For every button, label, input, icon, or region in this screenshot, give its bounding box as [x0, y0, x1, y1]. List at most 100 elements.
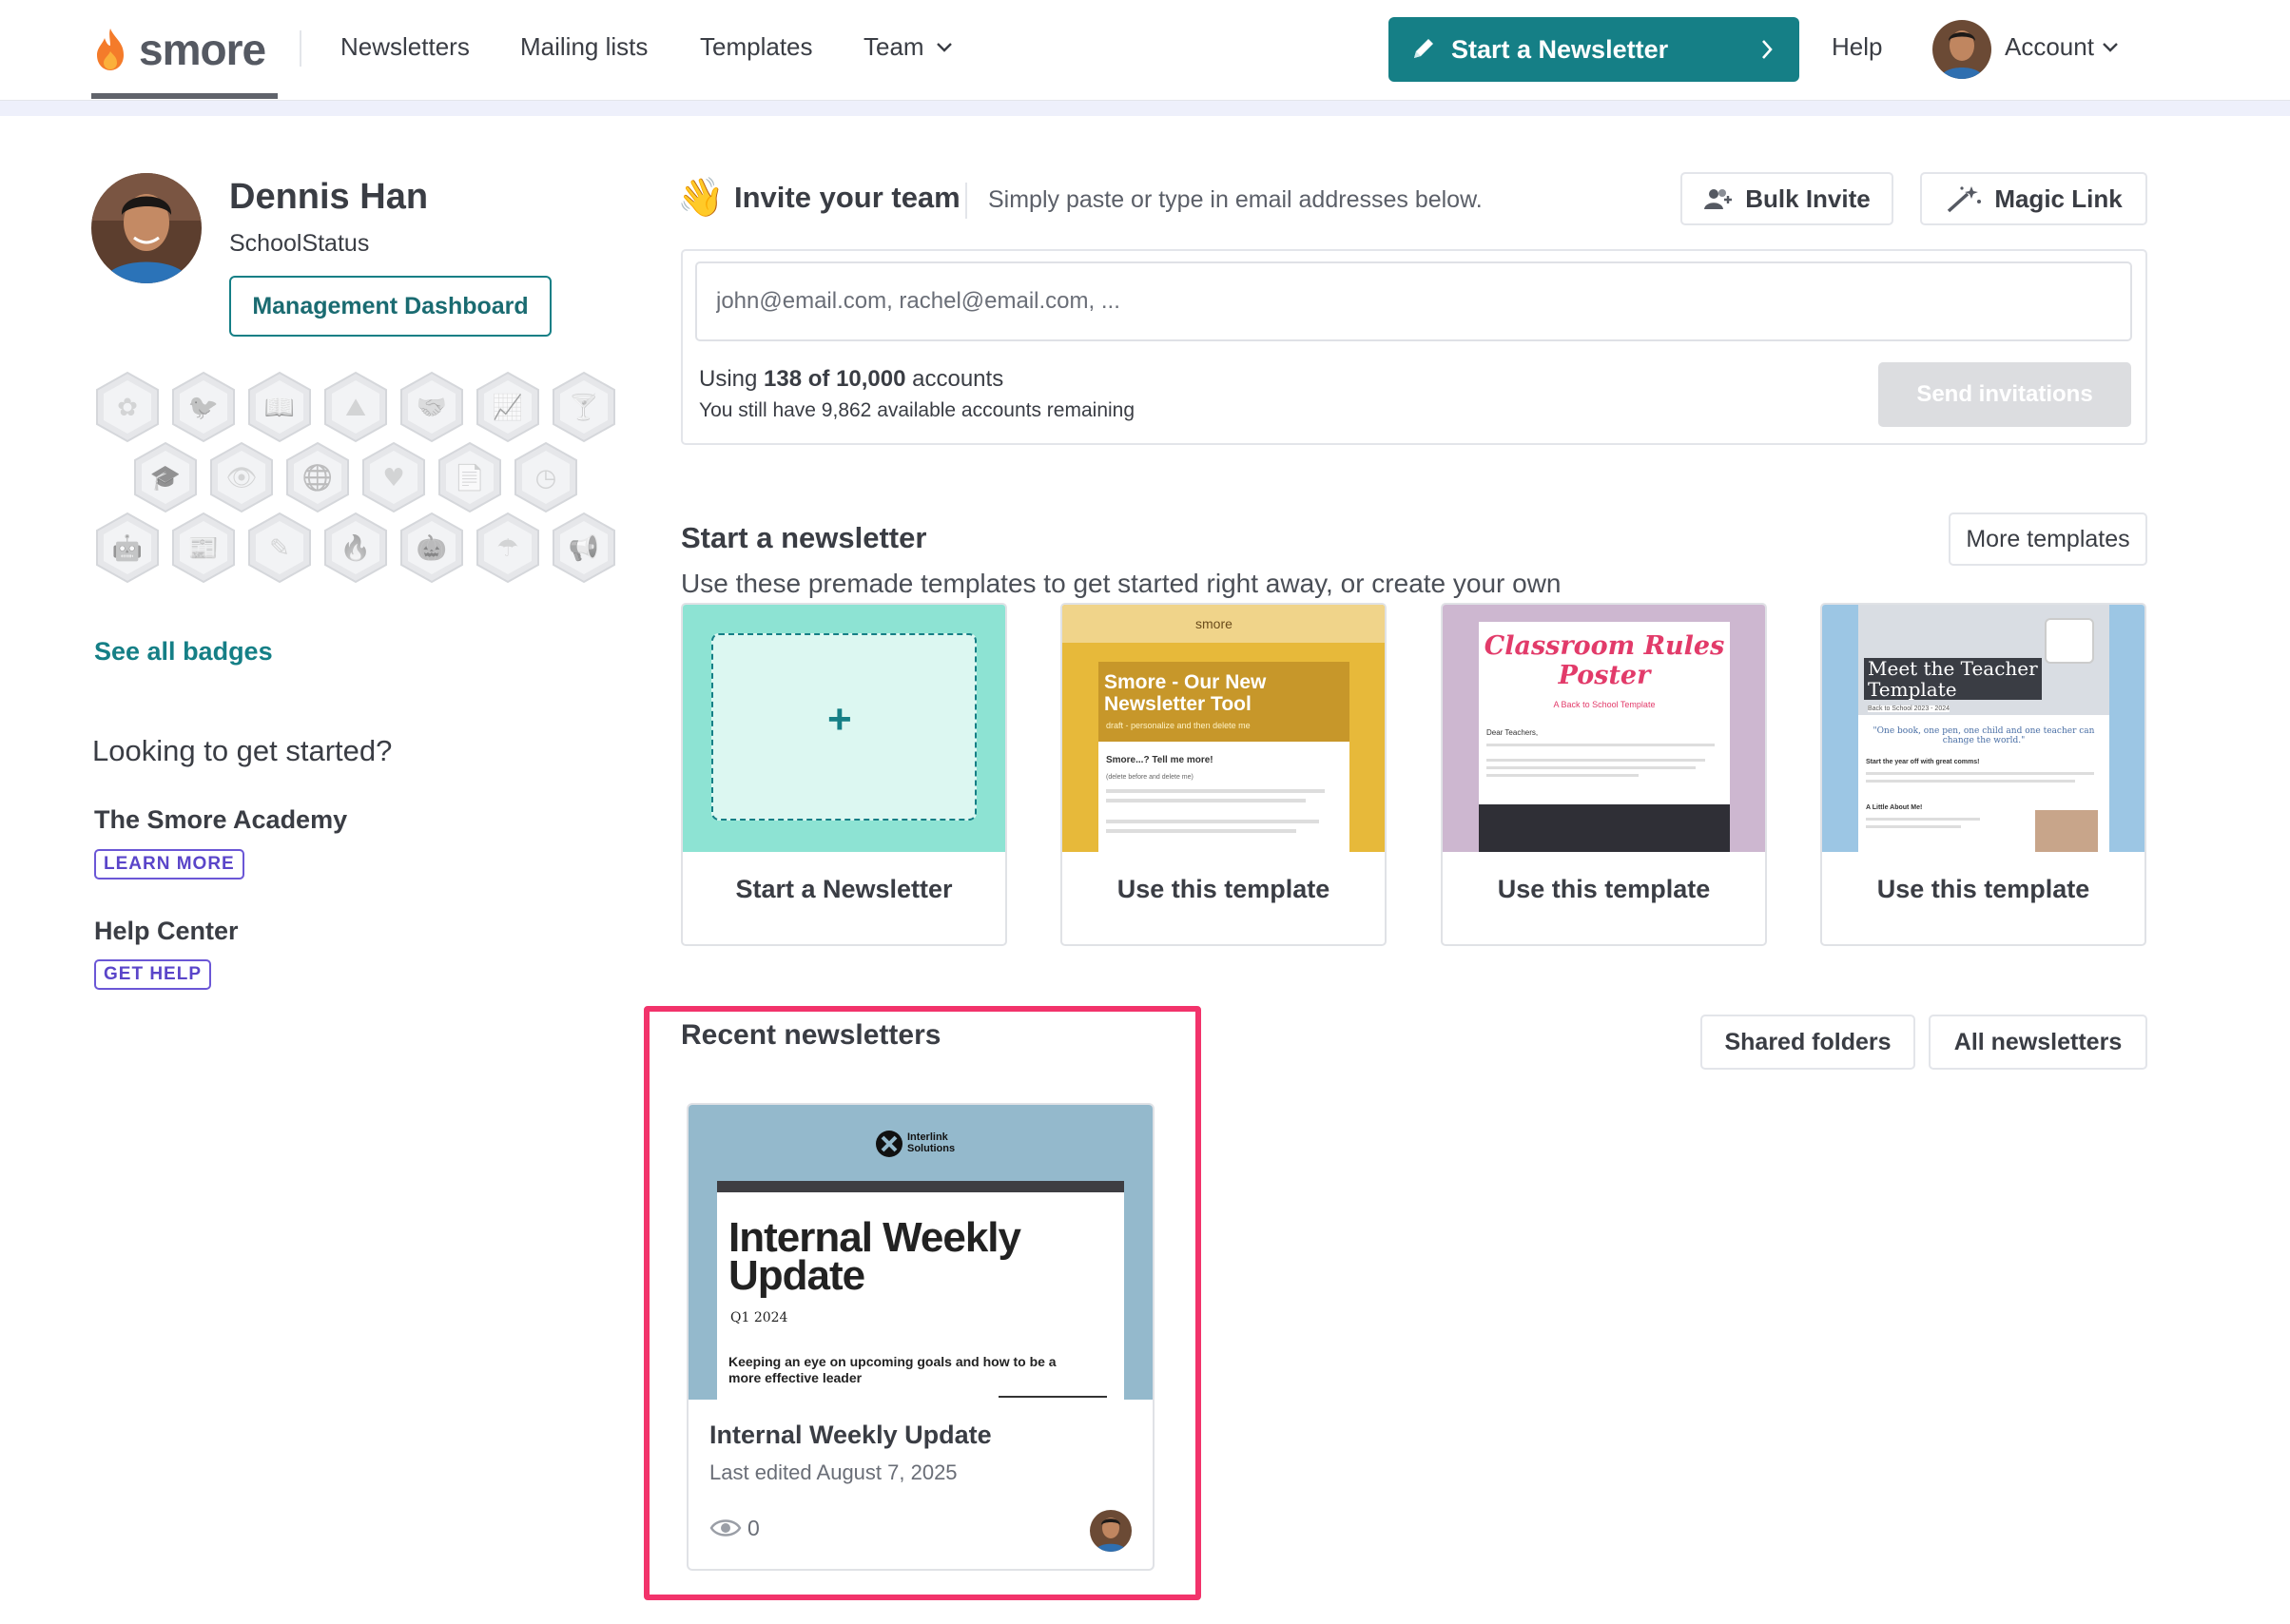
- umbrella-badge-icon[interactable]: ☂: [475, 512, 541, 584]
- thumb-line: [1106, 829, 1296, 833]
- logo-text: smore: [139, 25, 266, 74]
- start-newsletter-label: Start a Newsletter: [1451, 34, 1669, 64]
- all-newsletters-button[interactable]: All newsletters: [1929, 1015, 2147, 1070]
- eye-badge-icon[interactable]: 👁: [208, 441, 275, 513]
- svg-text:🍸: 🍸: [569, 392, 599, 422]
- more-templates-button[interactable]: More templates: [1949, 512, 2147, 566]
- nav-mailing-lists[interactable]: Mailing lists: [520, 32, 648, 62]
- svg-text:🎓: 🎓: [150, 464, 181, 493]
- template-thumbnail-meet-the-teacher: Meet the Teacher Template Back to School…: [1822, 605, 2144, 852]
- account-menu[interactable]: Account: [2005, 32, 2094, 62]
- mug-image: [2045, 618, 2094, 664]
- recent-newsletter-card[interactable]: Interlink Solutions Internal Weekly Upda…: [687, 1103, 1155, 1571]
- interlink-brand: Interlink Solutions: [907, 1131, 955, 1154]
- globe-badge-icon[interactable]: 🌐: [284, 441, 351, 513]
- account-usage: Using 138 of 10,000 accounts: [699, 366, 1003, 393]
- thumb-caption: draft - personalize and then delete me: [1106, 721, 1251, 730]
- bulk-invite-button[interactable]: Bulk Invite: [1680, 172, 1893, 225]
- megaphone-badge-icon[interactable]: 📢: [551, 512, 617, 584]
- flower-badge-icon[interactable]: ✿: [94, 371, 161, 443]
- help-center-title: Help Center: [94, 917, 239, 945]
- template-card-smore[interactable]: smore Smore - Our New Newsletter Tool dr…: [1060, 603, 1387, 946]
- handshake-badge-icon[interactable]: 🤝: [398, 371, 465, 443]
- thumb-body-2: A Little About Me!: [1866, 804, 1923, 811]
- svg-text:✎: ✎: [269, 534, 290, 563]
- cocktail-badge-icon[interactable]: 🍸: [551, 371, 617, 443]
- invite-email-input[interactable]: [695, 261, 2132, 341]
- thumb-line: [1866, 825, 1961, 828]
- svg-text:🔥: 🔥: [340, 533, 371, 563]
- book-badge-icon[interactable]: 📖: [246, 371, 313, 443]
- start-newsletter-button[interactable]: Start a Newsletter: [1388, 17, 1799, 82]
- thumb-quarter: Q1 2024: [730, 1310, 788, 1325]
- graduation-cap-badge-icon[interactable]: 🎓: [132, 441, 199, 513]
- svg-text:☂: ☂: [496, 534, 518, 563]
- svg-text:📰: 📰: [188, 534, 219, 563]
- pencil-icon: [1414, 39, 1433, 58]
- svg-text:🌐: 🌐: [302, 463, 333, 493]
- thumb-title: Meet the Teacher Template: [1864, 658, 2042, 700]
- start-newsletter-heading: Start a newsletter: [681, 521, 927, 554]
- account-avatar[interactable]: [1932, 20, 1991, 79]
- help-link[interactable]: Help: [1832, 32, 1882, 62]
- android-badge-icon[interactable]: 🤖: [94, 512, 161, 584]
- tagline-line-2: more effective leader: [728, 1370, 863, 1385]
- new-newsletter-thumbnail: +: [683, 605, 1005, 852]
- edit-badge-icon[interactable]: ✎: [246, 512, 313, 584]
- brand-line-1: Interlink: [907, 1131, 948, 1143]
- tagline-line-1: Keeping an eye on upcoming goals and how…: [728, 1354, 1057, 1369]
- usage-prefix: Using: [699, 366, 765, 392]
- chevron-right-icon: [1762, 40, 1773, 59]
- learn-more-button[interactable]: LEARN MORE: [94, 849, 244, 880]
- thumb-title-line-2: Template: [1868, 678, 1957, 701]
- see-all-badges-link[interactable]: See all badges: [94, 637, 273, 667]
- use-template-label: Use this template: [1497, 875, 1711, 903]
- thumb-title: Classroom Rules Poster: [1479, 631, 1730, 690]
- use-template-label: Use this template: [1876, 875, 2090, 903]
- clock-badge-icon[interactable]: ◷: [513, 441, 579, 513]
- smore-academy-title: The Smore Academy: [94, 805, 348, 834]
- template-card-meet-the-teacher[interactable]: Meet the Teacher Template Back to School…: [1820, 603, 2146, 946]
- nav-templates[interactable]: Templates: [700, 32, 813, 62]
- chart-badge-icon[interactable]: 📈: [475, 371, 541, 443]
- view-count: 0: [747, 1516, 760, 1540]
- svg-text:📢: 📢: [569, 533, 599, 563]
- nav-newsletters[interactable]: Newsletters: [340, 32, 470, 62]
- account-chevron-down-icon[interactable]: [2102, 42, 2119, 53]
- user-avatar-icon: [1932, 20, 1991, 79]
- profile-organization: SchoolStatus: [229, 230, 370, 257]
- pumpkin-badge-icon[interactable]: 🎃: [398, 512, 465, 584]
- invite-team-title: Invite your team: [734, 181, 961, 214]
- heart-badge-icon[interactable]: ♥: [360, 441, 427, 513]
- usage-count: 138 of 10,000: [764, 366, 906, 392]
- magic-link-button[interactable]: Magic Link: [1920, 172, 2147, 225]
- smore-logo[interactable]: smore: [91, 21, 266, 78]
- profile-avatar[interactable]: [91, 173, 202, 283]
- newsletter-title: Internal Weekly Update: [709, 1421, 992, 1449]
- profile-photo-icon: [91, 173, 202, 283]
- twitter-badge-icon[interactable]: 🐦: [170, 371, 237, 443]
- document-badge-icon[interactable]: 📄: [437, 441, 503, 513]
- team-chevron-down-icon[interactable]: [936, 42, 953, 53]
- newspaper-badge-icon[interactable]: 📰: [170, 512, 237, 584]
- management-dashboard-button[interactable]: Management Dashboard: [229, 276, 552, 337]
- thumb-line: [1486, 744, 1715, 746]
- recent-newsletter-thumbnail: Interlink Solutions Internal Weekly Upda…: [689, 1105, 1153, 1400]
- thumb-brand: smore: [1195, 616, 1232, 631]
- last-edited: Last edited August 7, 2025: [709, 1460, 958, 1484]
- thumb-line: [1106, 799, 1306, 802]
- brand-line-2: Solutions: [907, 1143, 956, 1154]
- send-invitations-button[interactable]: Send invitations: [1878, 362, 2131, 427]
- nav-team[interactable]: Team: [864, 32, 924, 62]
- svg-text:🎃: 🎃: [417, 533, 447, 563]
- shared-folders-button[interactable]: Shared folders: [1700, 1015, 1915, 1070]
- interlink-logo-icon: [876, 1131, 902, 1157]
- get-help-button[interactable]: GET HELP: [94, 959, 212, 990]
- flame-badge-icon[interactable]: 🔥: [322, 512, 389, 584]
- add-users-icon: [1704, 189, 1733, 209]
- template-card-classroom-rules[interactable]: Classroom Rules Poster A Back to School …: [1441, 603, 1767, 946]
- waving-hand-icon: 👋: [677, 177, 725, 219]
- use-template-label: Use this template: [1116, 875, 1330, 903]
- mountain-badge-icon[interactable]: ⛰: [322, 371, 389, 443]
- new-newsletter-card[interactable]: + Start a Newsletter: [681, 603, 1007, 946]
